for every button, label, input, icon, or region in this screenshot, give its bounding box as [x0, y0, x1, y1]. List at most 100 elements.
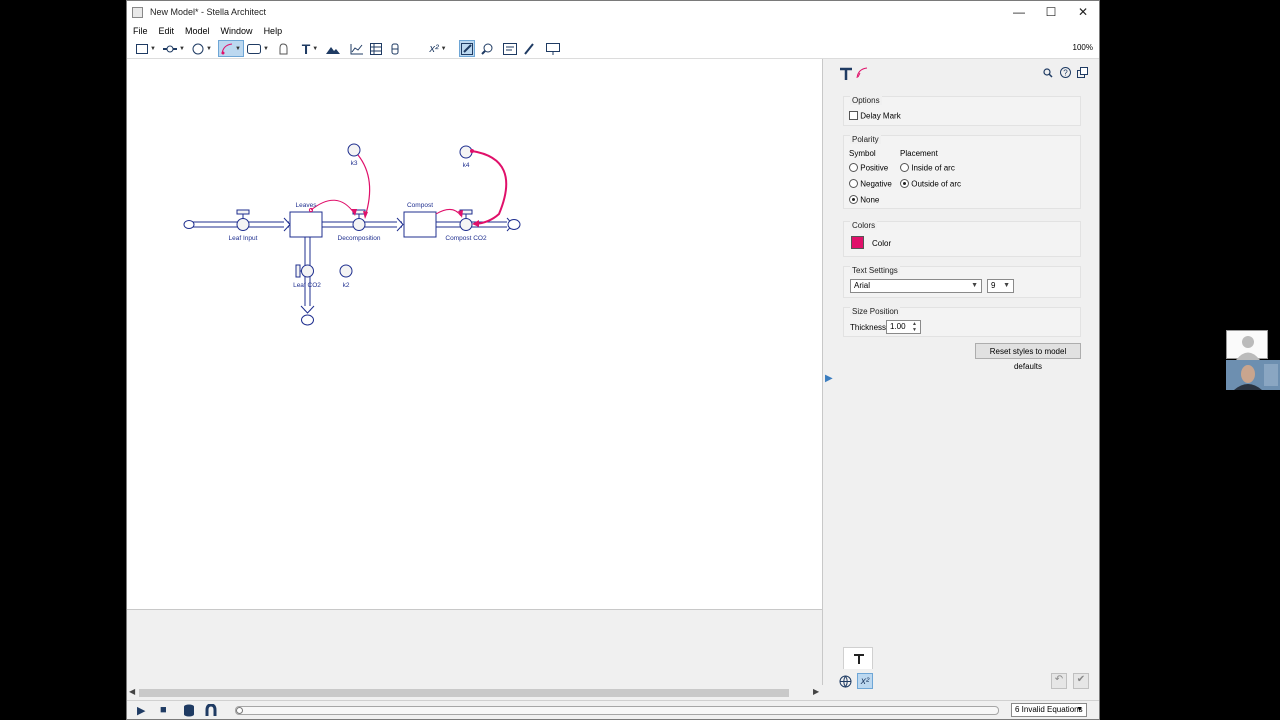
menu-edit[interactable]: Edit [159, 26, 175, 36]
picture-tool[interactable] [325, 40, 341, 57]
equation-panel-button[interactable]: x² [857, 673, 873, 689]
flow-decomposition[interactable] [322, 209, 404, 232]
webcam-overlay [1226, 330, 1280, 390]
thickness-stepper[interactable]: 1.00 ▲ ▼ [886, 320, 921, 334]
title-bar: New Model* - Stella Architect — ☐ ✕ [127, 1, 1099, 23]
presentation-tool[interactable] [545, 40, 561, 57]
connector-style-icon[interactable] [856, 67, 868, 79]
help-icon[interactable]: ? [1060, 67, 1071, 78]
horizontal-scrollbar[interactable]: ◀ ▶ [127, 685, 823, 700]
menu-window[interactable]: Window [221, 26, 253, 36]
invalid-equations-dropdown[interactable]: 6 Invalid Equations ▼ [1011, 703, 1087, 717]
size-position-title: Size Position [850, 307, 901, 316]
module-tool[interactable]: ▼ [246, 40, 270, 57]
connector-tool[interactable]: ▼ [218, 40, 244, 57]
popout-icon[interactable] [1077, 67, 1088, 78]
undo-icon[interactable]: ↶ [1051, 673, 1067, 689]
stock-compost[interactable] [403, 211, 437, 238]
stepper-arrows-icon[interactable]: ▲ ▼ [912, 321, 917, 333]
maximize-button[interactable]: ☐ [1035, 1, 1067, 23]
search-icon[interactable] [1043, 68, 1053, 78]
text-style-icon [854, 654, 864, 664]
hand-tool[interactable] [276, 40, 290, 57]
delay-mark-row[interactable]: Delay Mark [849, 111, 901, 121]
module-icon [247, 43, 262, 54]
symbol-negative-option[interactable]: Negative [849, 179, 892, 189]
paint-tool[interactable] [521, 40, 537, 57]
options-title: Options [850, 96, 882, 105]
placement-inside-option[interactable]: Inside of arc [900, 163, 955, 173]
zoom-level[interactable]: 100% [1073, 43, 1093, 52]
flow-icon [163, 45, 178, 52]
placement-outside-label: Outside of arc [911, 179, 962, 189]
properties-tool[interactable] [502, 40, 518, 57]
flow-compost-co2-label: Compost CO2 [445, 235, 487, 242]
database-icon[interactable] [183, 704, 195, 717]
graph-tool[interactable] [349, 40, 365, 57]
equation-tool[interactable]: x² ▼ [425, 40, 451, 57]
options-group: Options Delay Mark [843, 96, 1081, 126]
text-tool[interactable]: T ▼ [299, 40, 321, 57]
minimize-button[interactable]: — [1003, 1, 1035, 23]
numeric-display-tool[interactable] [388, 40, 402, 57]
stop-icon[interactable]: ■ [160, 704, 167, 716]
size-position-group: Size Position Thickness 1.00 ▲ ▼ [843, 307, 1081, 337]
zoom-tool[interactable] [479, 40, 495, 57]
symbol-negative-label: Negative [860, 179, 892, 189]
symbol-none-option[interactable]: None [849, 195, 879, 205]
reset-styles-button[interactable]: Reset styles to model defaults [975, 343, 1081, 371]
flow-leaf-input[interactable] [189, 209, 291, 232]
edit-tool[interactable] [459, 40, 475, 57]
converter-icon [192, 43, 204, 54]
flow-leaf-co2[interactable] [295, 237, 315, 314]
menu-file[interactable]: File [133, 26, 148, 36]
color-swatch[interactable] [851, 236, 864, 249]
placement-outside-radio[interactable] [900, 179, 909, 189]
thickness-value: 1.00 [890, 322, 906, 331]
scroll-left-icon[interactable]: ◀ [129, 687, 135, 696]
placement-inside-radio[interactable] [900, 163, 909, 173]
stock-tool[interactable]: ▼ [135, 40, 157, 57]
presentation-icon [546, 42, 560, 55]
collapse-panel-icon[interactable]: ▶ [825, 373, 833, 384]
symbol-positive-radio[interactable] [849, 163, 858, 173]
symbol-none-radio[interactable] [849, 195, 858, 205]
menu-model[interactable]: Model [185, 26, 210, 36]
delay-mark-checkbox[interactable] [849, 111, 858, 121]
connector-k3-decomposition[interactable] [357, 154, 371, 219]
window-title: New Model* - Stella Architect [150, 7, 267, 17]
converter-k4[interactable] [459, 145, 473, 159]
progress-knob[interactable] [236, 707, 243, 714]
connector-compost-compost-co2[interactable] [435, 209, 463, 218]
converter-k3[interactable] [347, 143, 361, 157]
polarity-title: Polarity [850, 135, 881, 144]
flow-compost-co2[interactable] [436, 209, 514, 232]
globe-icon[interactable] [839, 675, 852, 688]
font-size-select[interactable]: 9 ▼ [987, 279, 1014, 293]
stock-leaves[interactable] [289, 211, 323, 238]
scrollbar-thumb[interactable] [139, 689, 789, 697]
text-style-icon[interactable] [839, 67, 853, 81]
placement-outside-option[interactable]: Outside of arc [900, 179, 962, 189]
converter-k2[interactable] [339, 264, 353, 278]
table-tool[interactable] [368, 40, 384, 57]
play-icon[interactable]: ▶ [137, 704, 145, 717]
scroll-right-icon[interactable]: ▶ [813, 687, 819, 696]
symbol-heading: Symbol [849, 149, 876, 158]
close-button[interactable]: ✕ [1067, 1, 1099, 23]
run-progress-bar[interactable] [235, 706, 999, 715]
connector-k4-compost-co2[interactable] [470, 149, 508, 227]
apply-check-icon[interactable]: ✔ [1073, 673, 1089, 689]
symbol-negative-radio[interactable] [849, 179, 858, 189]
menu-help[interactable]: Help [264, 26, 283, 36]
font-select[interactable]: Arial ▼ [850, 279, 982, 293]
model-canvas[interactable]: Leaves Compost Leaf Input Decomposition … [127, 59, 823, 609]
symbol-positive-option[interactable]: Positive [849, 163, 888, 173]
magnifier-icon [481, 43, 493, 55]
flow-tool[interactable]: ▼ [162, 40, 186, 57]
magnet-icon[interactable] [205, 704, 217, 717]
converter-tool[interactable]: ▼ [190, 40, 214, 57]
panel-splitter[interactable]: ▶ [823, 59, 835, 700]
equation-icon: x² [429, 42, 439, 55]
tab-style[interactable] [843, 647, 873, 669]
